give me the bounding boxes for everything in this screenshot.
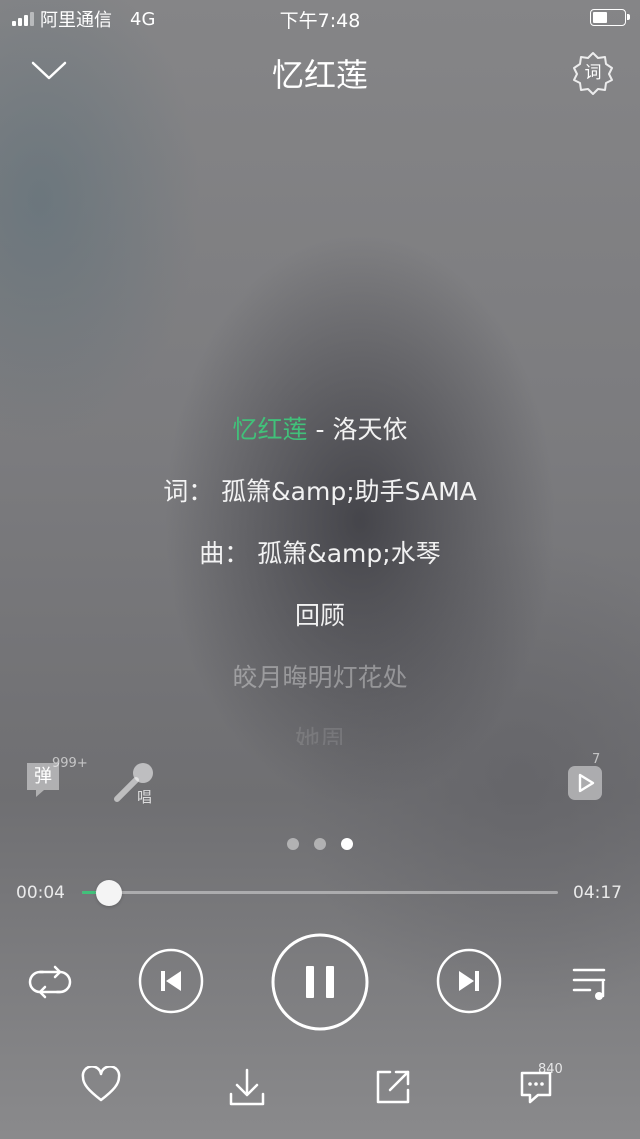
comment-button[interactable]: 840	[518, 1062, 578, 1110]
lyric-song-line: 忆红莲 - 洛天依	[0, 405, 640, 467]
sing-glyph: 唱	[137, 788, 153, 806]
battery-fill	[593, 12, 607, 23]
page-dot[interactable]	[287, 838, 299, 850]
lyric-line: 皎月晦明灯花处	[232, 663, 408, 692]
page-dot[interactable]	[341, 838, 353, 850]
battery-nub	[627, 14, 630, 20]
lyric-song-artist: - 洛天依	[307, 415, 408, 444]
lyric-line: 词： 孤箫&amp;助手SAMA	[163, 477, 477, 506]
lyrics-panel[interactable]: 忆红莲 - 洛天依 词： 孤箫&amp;助手SAMA 曲： 孤箫&amp;水琴 …	[0, 405, 640, 745]
comment-count-badge: 840	[538, 1062, 563, 1077]
pause-icon	[271, 933, 369, 1031]
lyric-song-title: 忆红莲	[232, 415, 308, 444]
sing-button[interactable]: 唱	[112, 760, 158, 806]
like-button[interactable]	[80, 1065, 124, 1106]
video-count-badge: 7	[592, 752, 601, 767]
page-indicator	[0, 838, 640, 850]
next-icon	[436, 948, 502, 1014]
repeat-button[interactable]	[26, 960, 74, 1004]
clock: 下午7:48	[279, 10, 361, 32]
repeat-icon	[28, 965, 72, 999]
playlist-icon	[572, 968, 606, 1000]
next-button[interactable]	[436, 948, 502, 1014]
play-pause-button[interactable]	[270, 932, 370, 1032]
lyric-line: 她周	[294, 725, 345, 745]
danmu-count-badge: 999+	[52, 756, 88, 771]
lyrics-settings-button[interactable]: 词	[570, 50, 616, 96]
share-button[interactable]	[372, 1066, 416, 1110]
share-icon	[376, 1070, 410, 1104]
total-time: 04:17	[573, 883, 622, 903]
danmu-button[interactable]: 弹 999+	[24, 756, 94, 804]
download-button[interactable]	[226, 1066, 270, 1110]
elapsed-time: 00:04	[16, 883, 65, 903]
page-title: 忆红莲	[271, 56, 368, 94]
previous-icon	[138, 948, 204, 1014]
lyrics-settings-glyph: 词	[584, 63, 602, 83]
lyric-line: 曲： 孤箫&amp;水琴	[199, 539, 441, 568]
previous-button[interactable]	[138, 948, 204, 1014]
heart-icon	[81, 1065, 121, 1102]
status-bar: 阿里通信 4G 下午7:48	[0, 0, 640, 36]
progress-thumb[interactable]	[96, 880, 122, 906]
playlist-button[interactable]	[570, 962, 614, 1006]
battery-icon	[590, 9, 630, 26]
progress-track[interactable]	[82, 891, 558, 894]
mv-video-button[interactable]: 7	[564, 752, 608, 804]
lyric-line: 回顾	[294, 601, 345, 630]
progress-played	[82, 891, 96, 894]
page-dot[interactable]	[314, 838, 326, 850]
video-icon	[568, 766, 602, 800]
download-icon	[229, 1068, 265, 1106]
